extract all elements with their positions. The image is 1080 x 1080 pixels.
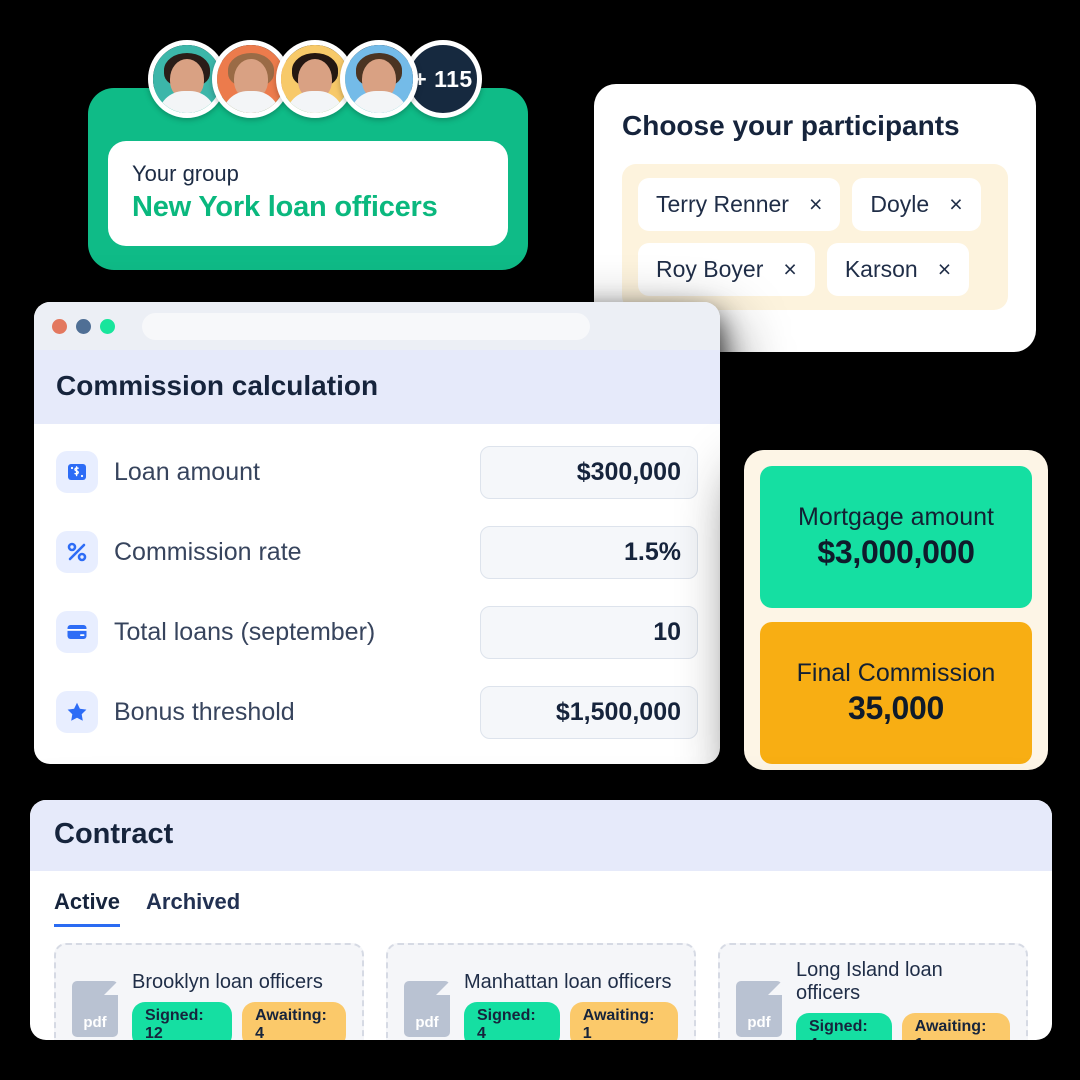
participants-chip-list: Terry Renner × Doyle × Roy Boyer × Karso… (622, 164, 1008, 310)
browser-window: Commission calculation Loan amount $300,… (34, 302, 720, 764)
contract-card[interactable]: pdf Long Island loan officers Signed: 4 … (718, 943, 1028, 1040)
close-icon[interactable]: × (809, 193, 822, 216)
status-badge-signed: Signed: 4 (464, 1001, 560, 1040)
row-label: Loan amount (114, 457, 260, 486)
avatar[interactable] (340, 40, 418, 118)
participant-chip[interactable]: Roy Boyer × (638, 243, 815, 296)
close-icon[interactable]: × (938, 258, 951, 281)
contract-badges: Signed: 4 Awaiting: 1 (796, 1013, 1010, 1040)
participant-chip[interactable]: Karson × (826, 243, 970, 296)
results-card: Mortgage amount $3,000,000 Final Commiss… (744, 450, 1048, 770)
result-label: Final Commission (796, 659, 996, 687)
pdf-label: pdf (415, 1014, 439, 1031)
status-badge-signed: Signed: 4 (796, 1013, 892, 1040)
contract-header: Contract (30, 800, 1052, 871)
calculator-row: Loan amount $300,000 (56, 432, 698, 512)
mortgage-amount-block: Mortgage amount $3,000,000 (760, 466, 1032, 608)
group-name: New York loan officers (132, 191, 438, 223)
pdf-label: pdf (83, 1014, 107, 1031)
status-badge-awaiting: Awaiting: 1 (901, 1013, 1010, 1040)
group-label: Your group (132, 161, 239, 186)
browser-chrome (34, 302, 720, 350)
contract-name: Long Island loan officers (796, 959, 943, 1004)
status-badge-awaiting: Awaiting: 1 (569, 1001, 678, 1040)
pdf-icon: pdf (404, 981, 450, 1037)
percent-icon (56, 531, 98, 573)
contract-tabs: Active Archived (30, 871, 1052, 927)
page-title: Commission calculation (56, 370, 379, 401)
participant-chip[interactable]: Doyle × (852, 178, 981, 231)
pdf-icon: pdf (72, 981, 118, 1037)
window-minimize-dot[interactable] (76, 318, 91, 334)
loan-amount-input[interactable]: $300,000 (480, 445, 698, 499)
result-value: $3,000,000 (817, 534, 975, 570)
contract-card[interactable]: pdf Brooklyn loan officers Signed: 12 Aw… (54, 943, 364, 1040)
star-icon (56, 691, 98, 733)
final-commission-block: Final Commission 35,000 (760, 622, 1032, 764)
participant-name: Terry Renner (656, 191, 789, 217)
commission-rate-input[interactable]: 1.5% (480, 525, 698, 579)
tab-active[interactable]: Active (54, 889, 121, 927)
contract-panel: Contract Active Archived pdf Brooklyn lo… (30, 800, 1052, 1040)
contract-name: Brooklyn loan officers (132, 970, 323, 993)
calculator-rows: Loan amount $300,000 Commission rate 1.5… (34, 424, 720, 762)
total-loans-input[interactable]: 10 (480, 605, 698, 659)
tab-archived[interactable]: Archived (146, 889, 240, 927)
credit-card-icon (56, 611, 98, 653)
window-close-dot[interactable] (52, 318, 67, 334)
calculator-header: Commission calculation (34, 350, 720, 424)
participant-name: Karson (844, 256, 918, 282)
participant-name: Doyle (870, 191, 930, 217)
row-label: Total loans (september) (114, 617, 376, 646)
money-bill-icon (56, 451, 98, 493)
contract-name: Manhattan loan officers (464, 970, 672, 993)
result-value: 35,000 (847, 690, 945, 726)
row-label: Commission rate (114, 537, 302, 566)
close-icon[interactable]: × (783, 258, 796, 281)
contract-badges: Signed: 4 Awaiting: 1 (464, 1001, 678, 1040)
screenshot-stage: + 115 Your group New York loan officers … (0, 0, 1080, 1080)
participant-chip[interactable]: Terry Renner × (638, 178, 841, 231)
calculator-row: Total loans (september) 10 (56, 592, 698, 672)
pdf-icon: pdf (736, 981, 782, 1037)
avatar-group: + 115 (148, 40, 482, 118)
contract-card-list: pdf Brooklyn loan officers Signed: 12 Aw… (30, 927, 1052, 1040)
participants-title: Choose your participants (622, 110, 960, 141)
status-badge-awaiting: Awaiting: 4 (242, 1001, 346, 1040)
result-label: Mortgage amount (798, 503, 994, 531)
group-card: + 115 Your group New York loan officers (88, 40, 528, 270)
contract-card[interactable]: pdf Manhattan loan officers Signed: 4 Aw… (386, 943, 696, 1040)
calculator-row: Commission rate 1.5% (56, 512, 698, 592)
row-label: Bonus threshold (114, 697, 295, 726)
bonus-threshold-input[interactable]: $1,500,000 (480, 685, 698, 739)
pdf-label: pdf (747, 1014, 771, 1031)
contract-title: Contract (54, 818, 174, 850)
status-badge-signed: Signed: 12 (132, 1001, 233, 1040)
address-bar[interactable] (142, 312, 590, 340)
contract-badges: Signed: 12 Awaiting: 4 (132, 1001, 346, 1040)
close-icon[interactable]: × (949, 193, 962, 216)
participant-name: Roy Boyer (656, 256, 764, 282)
window-maximize-dot[interactable] (100, 318, 115, 334)
calculator-row: Bonus threshold $1,500,000 (56, 672, 698, 752)
group-info: Your group New York loan officers (108, 141, 508, 246)
